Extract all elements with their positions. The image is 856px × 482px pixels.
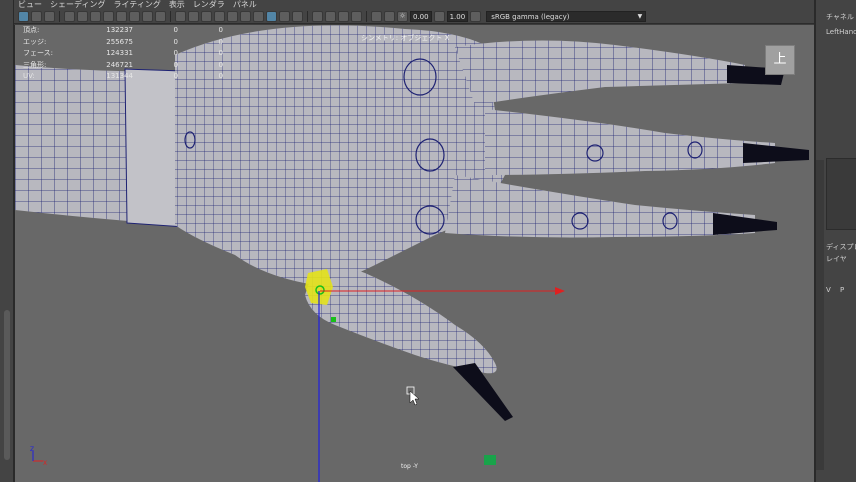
isolate-select-icon[interactable] <box>371 10 382 22</box>
separator <box>307 10 308 22</box>
depth-of-field-icon[interactable] <box>351 10 362 22</box>
hand-mesh-scene[interactable]: X Z <box>15 25 814 482</box>
xray-joints-icon[interactable] <box>279 10 290 22</box>
poly-count-hud: 頂点: 132237 0 0 エッジ: 255675 0 0 フェース: 124… <box>23 25 223 83</box>
channel-box-panel: チャネル LeftHand ディスプレ レイヤ V P <box>814 0 856 482</box>
xray-active-icon[interactable] <box>384 10 395 22</box>
view-cube[interactable]: 上 <box>765 45 795 75</box>
display-tab[interactable]: ディスプレ <box>826 242 856 252</box>
separator <box>170 10 171 22</box>
chevron-down-icon: ▼ <box>637 12 643 20</box>
panel-menu-bar: ビュー シェーディング ライティング 表示 レンダラ パネル <box>14 0 814 9</box>
anti-aliasing-icon[interactable] <box>338 10 349 22</box>
layer-tab[interactable]: レイヤ <box>826 254 847 264</box>
ambient-occlusion-icon[interactable] <box>312 10 323 22</box>
world-axis-gizmo: X Z <box>30 446 47 467</box>
safe-action-icon[interactable] <box>142 10 153 22</box>
xray-icon[interactable] <box>266 10 277 22</box>
3d-viewport[interactable]: X Z 頂点: 132237 0 0 エッジ: 255675 0 0 フェース:… <box>14 25 814 482</box>
backface-icon[interactable] <box>292 10 303 22</box>
y-axis-handle <box>331 317 336 322</box>
right-scrollbar[interactable] <box>816 160 824 470</box>
separator <box>59 10 60 22</box>
separator <box>366 10 367 22</box>
hud-row-triangles: 三角形: 246721 0 0 <box>23 60 223 69</box>
film-gate-icon[interactable] <box>90 10 101 22</box>
visibility-column: V <box>826 286 831 294</box>
exposure-field[interactable]: 0.00 <box>410 10 432 22</box>
resolution-gate-icon[interactable] <box>103 10 114 22</box>
wireframe-on-shaded-icon[interactable] <box>253 10 264 22</box>
channel-list[interactable] <box>826 158 856 230</box>
svg-text:Z: Z <box>30 446 34 453</box>
camera-attributes-icon[interactable] <box>31 10 42 22</box>
gamma-field[interactable]: 1.00 <box>446 10 469 22</box>
color-space-dropdown[interactable]: sRGB gamma (legacy) ▼ <box>486 10 647 22</box>
hud-row-edges: エッジ: 255675 0 0 <box>23 37 223 46</box>
left-tool-strip <box>0 0 14 482</box>
smooth-shade-icon[interactable] <box>188 10 199 22</box>
lights-icon[interactable] <box>227 10 238 22</box>
grid-icon[interactable] <box>77 10 88 22</box>
left-scrollbar[interactable] <box>4 310 10 460</box>
select-camera-icon[interactable] <box>18 10 29 22</box>
object-name[interactable]: LeftHand <box>826 28 856 36</box>
shadows-icon[interactable] <box>240 10 251 22</box>
green-marker <box>484 455 496 465</box>
safe-title-icon[interactable] <box>155 10 166 22</box>
wireframe-icon[interactable] <box>175 10 186 22</box>
color-management-icon[interactable] <box>470 10 482 22</box>
color-space-value: sRGB gamma (legacy) <box>491 12 570 21</box>
exposure-icon[interactable]: ☼ <box>397 10 408 22</box>
svg-text:X: X <box>43 460 47 467</box>
textured-icon[interactable] <box>214 10 225 22</box>
hud-row-vertices: 頂点: 132237 0 0 <box>23 26 223 34</box>
camera-name-label: top -Y <box>401 463 418 470</box>
panel-toolbar: ☼ 0.00 1.00 sRGB gamma (legacy) ▼ <box>14 9 814 24</box>
bookmark-icon[interactable] <box>44 10 55 22</box>
hud-row-uvs: UV: 131344 0 0 <box>23 72 223 80</box>
default-material-icon[interactable] <box>201 10 212 22</box>
symmetry-label: シンメトリ: オブジェクト X <box>361 34 450 42</box>
channel-box-title[interactable]: チャネル <box>826 12 854 22</box>
hud-row-faces: フェース: 124331 0 0 <box>23 49 223 57</box>
field-chart-icon[interactable] <box>129 10 140 22</box>
playback-column: P <box>840 286 845 294</box>
mouse-cursor-icon <box>406 386 420 406</box>
fingers-mesh <box>445 40 775 238</box>
motion-blur-icon[interactable] <box>325 10 336 22</box>
image-plane-icon[interactable] <box>64 10 75 22</box>
gamma-icon[interactable] <box>433 10 445 22</box>
gate-mask-icon[interactable] <box>116 10 127 22</box>
